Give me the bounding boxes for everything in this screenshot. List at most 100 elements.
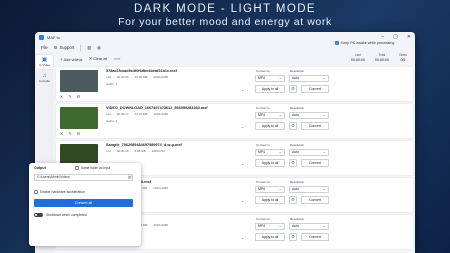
format-select[interactable]: MP4: [255, 223, 285, 230]
hero-banner: DARK MODE - LIGHT MODE For your better m…: [0, 3, 450, 28]
support-icon: ⚙: [53, 45, 58, 50]
row-actions: ✕ ✎ ⚙: [60, 94, 80, 99]
keep-awake-label: Keep PC awake while processing: [341, 41, 395, 45]
close-icon[interactable]: ✕: [60, 94, 63, 99]
convert-to-label: Convert to: [256, 106, 270, 110]
gear-icon[interactable]: ⚙: [289, 122, 297, 130]
minimize-button[interactable]: –: [381, 34, 384, 40]
menu-support-label: Support: [59, 45, 75, 50]
add-videos-label: Add videos: [63, 57, 83, 62]
gear-icon[interactable]: ⚙: [289, 159, 297, 167]
video-meta: mxf 00:00:18 6.88 MB 1280x720: [106, 149, 165, 153]
convert-button[interactable]: Convert: [301, 159, 329, 167]
plus-icon: +: [60, 56, 63, 62]
menu-file[interactable]: File: [41, 45, 48, 50]
meta-ext: mxf: [106, 112, 111, 116]
video-thumbnail[interactable]: [60, 107, 98, 129]
video-meta: mxf 00:00:25 10.20 MB 1920x1080: [106, 75, 168, 79]
chevron-down-icon[interactable]: ⌄: [241, 161, 244, 166]
stat-total: Total 00:00:00: [375, 53, 389, 62]
checkbox-icon: [75, 166, 79, 170]
user-icon[interactable]: ◍: [97, 45, 101, 50]
settings-icon[interactable]: ⚙: [77, 131, 81, 136]
format-filter: .mxf: [113, 57, 121, 61]
chevron-down-icon[interactable]: ⌄: [241, 198, 244, 203]
stat-label: Last: [354, 53, 361, 57]
convert-to-label: Convert to: [256, 69, 270, 73]
folder-icon[interactable]: ▤: [128, 174, 132, 179]
format-select[interactable]: MP4: [255, 75, 285, 82]
apply-to-all-button[interactable]: Apply to all: [255, 85, 285, 93]
hw-accel-label: Enable hardware acceleration: [40, 190, 85, 194]
format-select[interactable]: MP4: [255, 112, 285, 119]
settings-icon[interactable]: ⚙: [77, 94, 81, 99]
meta-size: 6.88 MB: [134, 149, 146, 153]
gear-icon[interactable]: ⚙: [289, 196, 297, 204]
edit-icon[interactable]: ✎: [68, 131, 71, 136]
video-thumbnail[interactable]: [60, 70, 98, 92]
meta-duration: 00:00:25: [116, 75, 129, 79]
meta-dimensions: 1920x1080: [153, 223, 169, 227]
resolution-label: Resolution: [290, 143, 305, 147]
stat-value: 00:00:00: [350, 58, 365, 62]
stat-value: 00:00:00: [374, 58, 389, 62]
checkbox-icon: [34, 190, 38, 194]
resolution-label: Resolution: [290, 69, 305, 73]
same-folder-checkbox[interactable]: Same folder as input: [75, 166, 110, 170]
gear-icon[interactable]: ⚙: [289, 233, 297, 241]
apply-to-all-button[interactable]: Apply to all: [255, 122, 285, 130]
convert-button[interactable]: Convert: [301, 85, 329, 93]
sidebar-item-to-video[interactable]: ▣ to Video: [36, 55, 53, 69]
menu-support[interactable]: ⚙ Support: [54, 45, 74, 50]
convert-to-label: Convert to: [256, 180, 270, 184]
convert-button[interactable]: Convert: [301, 122, 329, 130]
clear-all-button[interactable]: ✕Clear all: [88, 56, 107, 62]
convert-button[interactable]: Convert: [301, 233, 329, 241]
meta-size: 10.20 MB: [134, 75, 148, 79]
convert-all-button[interactable]: Convert all: [34, 199, 133, 207]
output-popup: Output Same folder as input C:\Users\Adm…: [29, 163, 141, 246]
video-filename: 578ac1fxxad9c4f0f6dbe4beaf31b1c.mxf: [106, 69, 177, 73]
chevron-down-icon[interactable]: ⌄: [241, 87, 244, 92]
apply-to-all-button[interactable]: Apply to all: [255, 196, 285, 204]
stats-panel: Last 00:00:00 Total 00:00:00 Video 0/5: [351, 53, 407, 62]
resolution-select[interactable]: Auto: [289, 112, 329, 119]
video-filename: Sample_7962089484697989974_d-w-p.mxf: [106, 143, 182, 147]
output-heading: Output: [34, 166, 46, 170]
resolution-select[interactable]: Auto: [289, 186, 329, 193]
hw-accel-checkbox[interactable]: Enable hardware acceleration: [34, 190, 85, 194]
maximize-button[interactable]: ▢: [393, 34, 398, 40]
sidebar-item-to-audio[interactable]: ♫ to Audio: [36, 71, 53, 85]
keep-awake-toggle[interactable]: ✓ Keep PC awake while processing: [335, 41, 394, 45]
window-title: MAF to: [47, 34, 60, 40]
output-path-field[interactable]: C:\Users\Admin\Videos: [34, 174, 133, 181]
gear-icon[interactable]: ⚙: [289, 85, 297, 93]
hero-subtitle: For your better mood and energy at work: [118, 16, 332, 28]
audio-track: Audio: 1: [106, 82, 118, 86]
resolution-select[interactable]: Auto: [289, 75, 329, 82]
resolution-select[interactable]: Auto: [289, 223, 329, 230]
shop-icon[interactable]: ▥: [87, 45, 91, 50]
chevron-down-icon[interactable]: ⌄: [241, 124, 244, 129]
chevron-down-icon[interactable]: ⌄: [241, 235, 244, 240]
resolution-label: Resolution: [290, 180, 305, 184]
edit-icon[interactable]: ✎: [68, 94, 71, 99]
add-videos-button[interactable]: +Add videos: [60, 57, 82, 62]
stat-last: Last 00:00:00: [351, 53, 365, 62]
apply-to-all-button[interactable]: Apply to all: [255, 233, 285, 241]
meta-ext: mxf: [106, 75, 111, 79]
close-icon[interactable]: ✕: [60, 131, 63, 136]
format-select[interactable]: MP4: [255, 186, 285, 193]
shutdown-toggle[interactable]: Shutdown when completed: [34, 213, 87, 217]
clear-all-label: Clear all: [93, 57, 108, 61]
close-icon: ✕: [88, 56, 93, 61]
close-button[interactable]: ✕: [407, 34, 411, 40]
sidebar-item-label: to Audio: [39, 79, 50, 83]
resolution-select[interactable]: Auto: [289, 149, 329, 156]
convert-button[interactable]: Convert: [301, 196, 329, 204]
format-select[interactable]: MP4: [255, 149, 285, 156]
stat-label: Video: [398, 53, 407, 57]
meta-dimensions: 1920x1080: [153, 75, 169, 79]
apply-to-all-button[interactable]: Apply to all: [255, 159, 285, 167]
meta-dimensions: 1920x1080: [153, 112, 169, 116]
